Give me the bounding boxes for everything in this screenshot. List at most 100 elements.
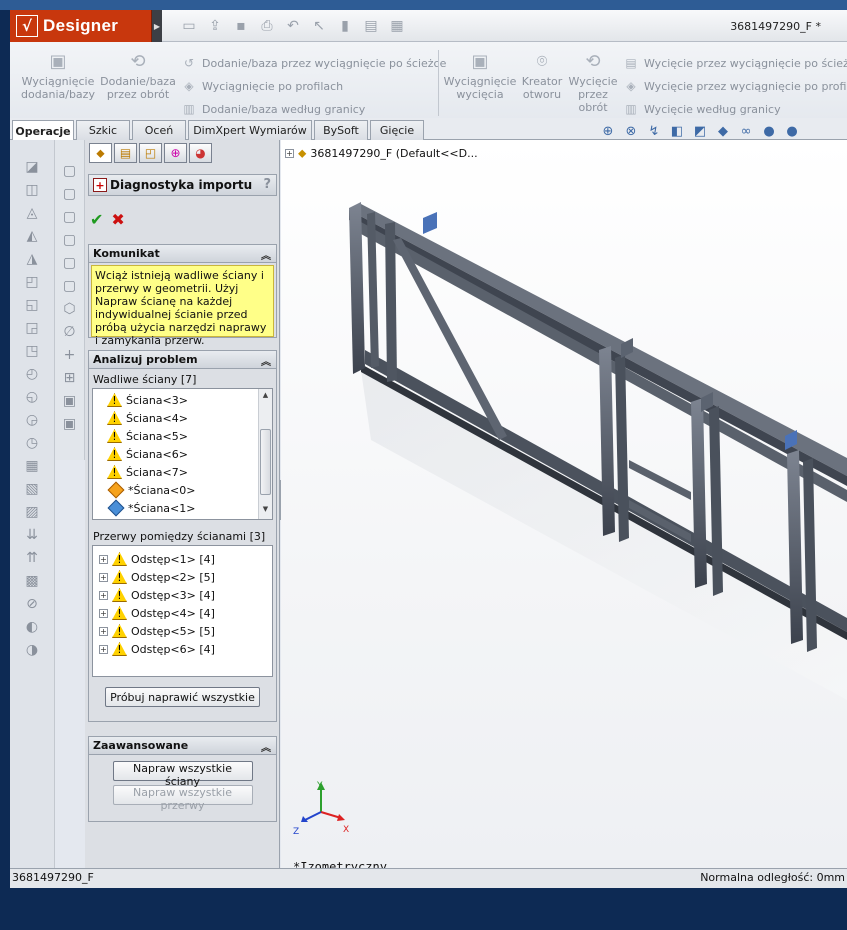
list-item[interactable]: ! Ściana<7> bbox=[93, 463, 272, 481]
help-icon[interactable]: ? bbox=[263, 177, 271, 192]
undo-icon[interactable]: ↶ bbox=[282, 16, 304, 36]
dimxpert-manager-tab-icon[interactable]: ⊕ bbox=[164, 143, 187, 163]
tool-b9-icon[interactable]: + bbox=[60, 345, 80, 365]
apply-scene-icon[interactable]: ● bbox=[782, 122, 802, 140]
list-item[interactable]: +! Odstęp<4> [4] bbox=[93, 604, 272, 622]
collapse-chevron-icon[interactable]: ︽ bbox=[261, 247, 271, 262]
faces-scrollbar[interactable]: ▲ ▼ bbox=[258, 389, 272, 519]
tool-21-icon[interactable]: ◐ bbox=[22, 617, 42, 637]
new-document-icon[interactable]: ▭ bbox=[178, 16, 200, 36]
tool-b6-icon[interactable]: ▢ bbox=[60, 276, 80, 296]
tool-5-icon[interactable]: ◮ bbox=[22, 249, 42, 269]
tab-ocen[interactable]: Oceń bbox=[132, 120, 186, 140]
tool-10-icon[interactable]: ◴ bbox=[22, 364, 42, 384]
collapse-chevron-icon[interactable]: ︽ bbox=[261, 353, 271, 368]
list-item[interactable]: +! Odstęp<6> [4] bbox=[93, 640, 272, 658]
loft-boss-button[interactable]: ◈ Wyciągnięcie po profilach bbox=[180, 78, 343, 94]
feature-manager-tab-icon[interactable]: ⬥ bbox=[89, 143, 112, 163]
display-manager-tab-icon[interactable]: ◕ bbox=[189, 143, 212, 163]
advanced-group-header[interactable]: Zaawansowane ︽ bbox=[89, 737, 276, 755]
list-item[interactable]: ! Ściana<3> bbox=[93, 391, 272, 409]
gaps-list[interactable]: +! Odstęp<1> [4] +! Odstęp<2> [5] +! Odstęp… bbox=[92, 545, 273, 677]
display-style-icon[interactable]: ◆ bbox=[713, 122, 733, 140]
tab-giecie[interactable]: Gięcie bbox=[370, 120, 424, 140]
tool-b1-icon[interactable]: ▢ bbox=[60, 161, 80, 181]
expand-plus-icon[interactable]: + bbox=[99, 608, 108, 618]
tool-2-icon[interactable]: ◫ bbox=[22, 180, 42, 200]
list-item[interactable]: ! Ściana<4> bbox=[93, 409, 272, 427]
print-icon[interactable]: ⎙ bbox=[256, 16, 278, 36]
tool-b4-icon[interactable]: ▢ bbox=[60, 230, 80, 250]
analyze-group-header[interactable]: Analizuj problem ︽ bbox=[89, 351, 276, 369]
tool-b7-icon[interactable]: ⬡ bbox=[60, 299, 80, 319]
open-icon[interactable]: ⇪ bbox=[204, 16, 226, 36]
tool-20-icon[interactable]: ⊘ bbox=[22, 594, 42, 614]
expand-plus-icon[interactable]: + bbox=[99, 572, 108, 582]
tool-b3-icon[interactable]: ▢ bbox=[60, 207, 80, 227]
tool-19-icon[interactable]: ▩ bbox=[22, 571, 42, 591]
tool-16-icon[interactable]: ▨ bbox=[22, 502, 42, 522]
extrude-cut-button[interactable]: ▣ Wyciągnięcie wycięcia bbox=[444, 48, 517, 101]
list-item[interactable]: *Ściana<0> bbox=[93, 481, 272, 499]
list-item[interactable]: *Ściana<1> bbox=[93, 499, 272, 517]
expand-plus-icon[interactable]: + bbox=[99, 554, 108, 564]
zoom-to-area-icon[interactable]: ⊗ bbox=[621, 122, 641, 140]
expand-plus-icon[interactable]: + bbox=[99, 626, 108, 636]
tool-3-icon[interactable]: ◬ bbox=[22, 203, 42, 223]
loft-cut-button[interactable]: ◈ Wycięcie przez wyciągnięcie po profila… bbox=[622, 78, 847, 94]
list-item[interactable]: ! Ściana<5> bbox=[93, 427, 272, 445]
tool-13-icon[interactable]: ◷ bbox=[22, 433, 42, 453]
revolve-boss-button[interactable]: ⟲ Dodanie/baza przez obrót bbox=[98, 48, 178, 101]
expand-plus-icon[interactable]: + bbox=[285, 149, 294, 158]
tool-b11-icon[interactable]: ▣ bbox=[60, 391, 80, 411]
hole-wizard-button[interactable]: ⌾ Kreator otworu bbox=[518, 48, 566, 101]
tool-9-icon[interactable]: ◳ bbox=[22, 341, 42, 361]
list-item[interactable]: +! Odstęp<5> [5] bbox=[93, 622, 272, 640]
tab-dimxpert[interactable]: DimXpert Wymiarów bbox=[188, 120, 312, 140]
boundary-boss-button[interactable]: ▥ Dodanie/baza według granicy bbox=[180, 101, 365, 117]
tool-15-icon[interactable]: ▧ bbox=[22, 479, 42, 499]
tool-b12-icon[interactable]: ▣ bbox=[60, 414, 80, 434]
tool-b10-icon[interactable]: ⊞ bbox=[60, 368, 80, 388]
section-view-icon[interactable]: ◧ bbox=[667, 122, 687, 140]
tool-1-icon[interactable]: ◪ bbox=[22, 157, 42, 177]
tool-8-icon[interactable]: ◲ bbox=[22, 318, 42, 338]
menu-expand-icon[interactable]: ▶ bbox=[152, 10, 162, 42]
list-item[interactable]: +! Odstęp<1> [4] bbox=[93, 550, 272, 568]
tool-17-icon[interactable]: ⇊ bbox=[22, 525, 42, 545]
feature-tree-root[interactable]: + ⬥ 3681497290_F (Default<<D... bbox=[285, 146, 478, 161]
revolve-cut-button[interactable]: ⟲ Wycięcie przez obrót bbox=[568, 48, 618, 114]
scroll-up-icon[interactable]: ▲ bbox=[259, 391, 272, 403]
app-logo[interactable]: √ Designer bbox=[10, 10, 152, 42]
zoom-to-fit-icon[interactable]: ⊕ bbox=[598, 122, 618, 140]
collapse-chevron-icon[interactable]: ︽ bbox=[261, 739, 271, 754]
tool-12-icon[interactable]: ◶ bbox=[22, 410, 42, 430]
message-group-header[interactable]: Komunikat ︽ bbox=[89, 245, 276, 263]
list-item[interactable]: +! Odstęp<2> [5] bbox=[93, 568, 272, 586]
tool-7-icon[interactable]: ◱ bbox=[22, 295, 42, 315]
configuration-manager-tab-icon[interactable]: ◰ bbox=[139, 143, 162, 163]
sweep-cut-button[interactable]: ▤ Wycięcie przez wyciągnięcie po ścieżce bbox=[622, 55, 847, 71]
extrude-boss-button[interactable]: ▣ Wyciągnięcie dodania/bazy bbox=[18, 48, 98, 101]
tab-bysoft[interactable]: BySoft bbox=[314, 120, 368, 140]
tool-18-icon[interactable]: ⇈ bbox=[22, 548, 42, 568]
edit-appearance-icon[interactable]: ● bbox=[759, 122, 779, 140]
fix-all-faces-button[interactable]: Napraw wszystkie ściany bbox=[112, 761, 253, 788]
options-icon[interactable]: ▦ bbox=[386, 16, 408, 36]
tool-14-icon[interactable]: ▦ bbox=[22, 456, 42, 476]
scroll-thumb[interactable] bbox=[260, 429, 271, 495]
sweep-boss-button[interactable]: ↺ Dodanie/baza przez wyciągnięcie po ści… bbox=[180, 55, 446, 71]
previous-view-icon[interactable]: ↯ bbox=[644, 122, 664, 140]
tab-szkic[interactable]: Szkic bbox=[76, 120, 130, 140]
tool-b2-icon[interactable]: ▢ bbox=[60, 184, 80, 204]
scroll-down-icon[interactable]: ▼ bbox=[259, 505, 272, 517]
faulty-faces-list[interactable]: ! Ściana<3> ! Ściana<4> ! Ściana<5> ! Ściana… bbox=[92, 388, 273, 520]
hide-show-items-icon[interactable]: ∞ bbox=[736, 122, 756, 140]
boundary-cut-button[interactable]: ▥ Wycięcie według granicy bbox=[622, 101, 780, 117]
tool-b5-icon[interactable]: ▢ bbox=[60, 253, 80, 273]
graphics-viewport[interactable]: + ⬥ 3681497290_F (Default<<D... Y X Z *I… bbox=[281, 140, 847, 868]
tool-b8-icon[interactable]: ∅ bbox=[60, 322, 80, 342]
try-fix-all-button[interactable]: Próbuj naprawić wszystkie bbox=[105, 687, 260, 707]
expand-plus-icon[interactable]: + bbox=[99, 644, 108, 654]
expand-plus-icon[interactable]: + bbox=[99, 590, 108, 600]
